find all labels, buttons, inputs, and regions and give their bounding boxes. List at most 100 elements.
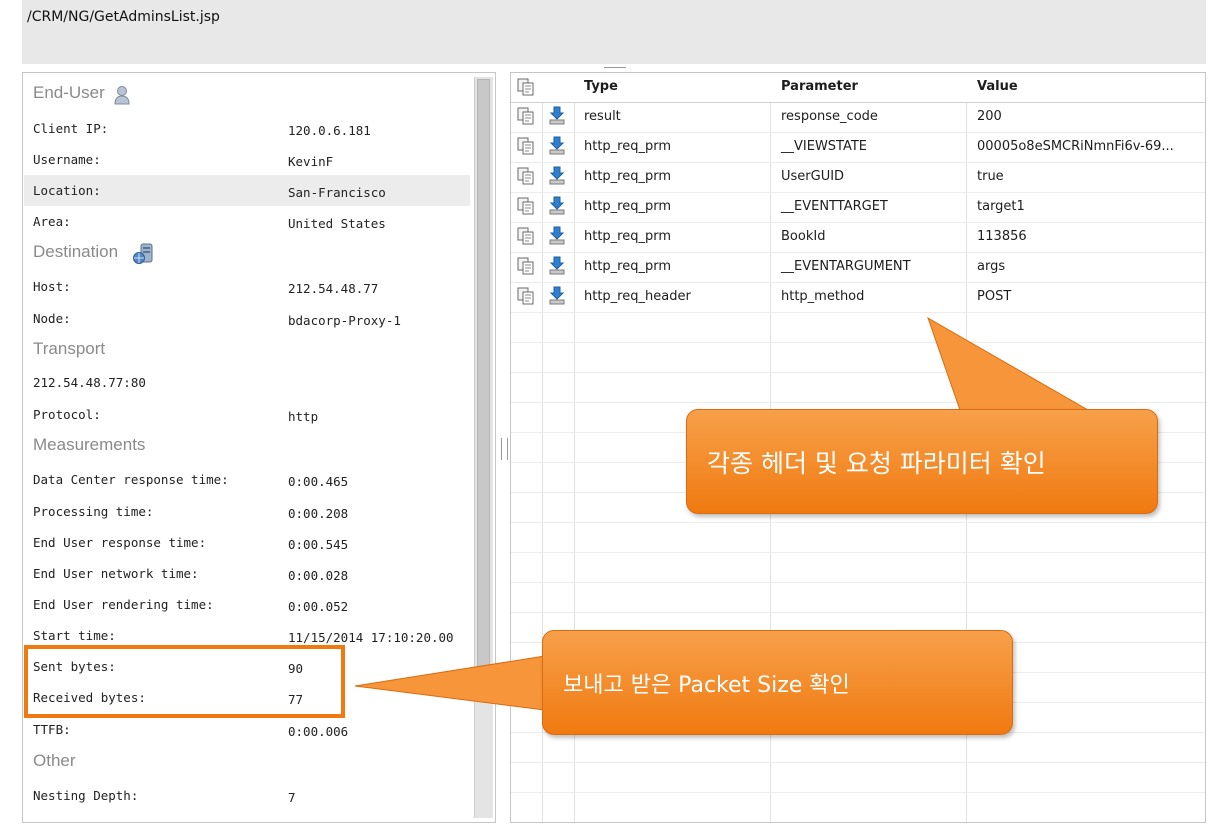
detail-key: Start time:: [33, 628, 116, 643]
header-value[interactable]: Value: [977, 79, 1018, 94]
details-scrollbar[interactable]: [474, 77, 493, 818]
callout-box: 각종 헤더 및 요청 파라미터 확인: [686, 409, 1158, 514]
copy-icon[interactable]: [517, 197, 535, 215]
download-icon[interactable]: [549, 286, 565, 305]
cell-value: target1: [977, 199, 1025, 214]
detail-key: Host:: [33, 279, 71, 294]
detail-key: Location:: [33, 183, 101, 198]
detail-row-eu-response-time: End User response time: 0:00.545: [24, 527, 470, 558]
detail-value: 7: [288, 790, 296, 805]
header-parameter[interactable]: Parameter: [781, 79, 858, 94]
cell-value: args: [977, 259, 1006, 274]
copy-icon[interactable]: [517, 257, 535, 275]
detail-key: 212.54.48.77:80: [33, 375, 146, 390]
table-row[interactable]: http_req_prm __EVENTARGUMENT args: [511, 252, 1205, 282]
cell-parameter: BookId: [781, 229, 826, 244]
cell-type: result: [584, 109, 621, 124]
detail-value: 0:00.208: [288, 506, 349, 521]
copy-icon[interactable]: [517, 287, 535, 305]
download-icon[interactable]: [549, 256, 565, 275]
scrollbar-thumb[interactable]: [477, 79, 490, 689]
grid-line: [511, 162, 1205, 163]
header-type[interactable]: Type: [584, 79, 618, 94]
grid-line: [511, 132, 1205, 133]
detail-key: End User network time:: [33, 566, 199, 581]
detail-value: 0:00.006: [288, 724, 349, 739]
detail-key: Client IP:: [33, 121, 109, 136]
detail-row-location[interactable]: Location: San-Francisco: [24, 175, 470, 206]
copy-icon[interactable]: [517, 167, 535, 185]
download-icon[interactable]: [549, 136, 565, 155]
copy-icon[interactable]: [517, 107, 535, 125]
detail-value: 0:00.028: [288, 568, 349, 583]
section-title: Transport: [33, 339, 106, 358]
detail-value: bdacorp-Proxy-1: [288, 313, 401, 328]
section-measurements: Measurements: [24, 431, 470, 462]
copy-icon[interactable]: [517, 137, 535, 155]
detail-row-dc-response-time: Data Center response time: 0:00.465: [24, 464, 470, 495]
detail-value: 11/15/2014 17:10:20.00: [288, 630, 454, 645]
grid-line: [511, 522, 1205, 523]
detail-row-node: Node: bdacorp-Proxy-1: [24, 303, 470, 334]
detail-key: Data Center response time:: [33, 472, 229, 487]
detail-value: http: [288, 409, 319, 424]
section-transport: Transport: [24, 335, 470, 366]
cell-value: POST: [977, 289, 1012, 304]
cell-value: 113856: [977, 229, 1027, 244]
table-row[interactable]: result response_code 200: [511, 102, 1205, 132]
detail-value: 212.54.48.77: [288, 281, 379, 296]
table-row[interactable]: http_req_prm __VIEWSTATE 00005o8eSMCRiNmnF…: [511, 132, 1205, 162]
download-icon[interactable]: [549, 106, 565, 125]
cell-parameter: response_code: [781, 109, 878, 124]
splitter-grip-icon[interactable]: [501, 438, 508, 460]
cell-type: http_req_prm: [584, 229, 672, 244]
grid-line: [511, 612, 1205, 613]
detail-key: TTFB:: [33, 722, 71, 737]
cell-parameter: http_method: [781, 289, 865, 304]
detail-row-client-ip: Client IP: 120.0.6.181: [24, 113, 470, 144]
detail-row-transport-address: 212.54.48.77:80: [24, 367, 470, 398]
highlight-box-packet-size: [24, 645, 345, 718]
download-icon[interactable]: [549, 166, 565, 185]
vertical-splitter[interactable]: [497, 70, 509, 822]
grid-header: Type Parameter Value: [511, 73, 1205, 103]
detail-value: 120.0.6.181: [288, 123, 371, 138]
detail-value: KevinF: [288, 154, 334, 169]
table-row[interactable]: http_req_header http_method POST: [511, 282, 1205, 312]
detail-key: Username:: [33, 152, 101, 167]
detail-row-eu-network-time: End User network time: 0:00.028: [24, 558, 470, 589]
detail-value: 0:00.465: [288, 474, 349, 489]
detail-row-eu-rendering-time: End User rendering time: 0:00.052: [24, 589, 470, 620]
table-row[interactable]: http_req_prm __EVENTTARGET target1: [511, 192, 1205, 222]
copy-all-icon[interactable]: [517, 78, 535, 96]
download-icon[interactable]: [549, 226, 565, 245]
grid-line: [511, 312, 1205, 313]
detail-key: Processing time:: [33, 504, 154, 519]
detail-row-nesting-depth: Nesting Depth: 7: [24, 780, 470, 811]
detail-row-ttfb: TTFB: 0:00.006: [24, 714, 470, 745]
grid-line: [511, 252, 1205, 253]
detail-value: 0:00.545: [288, 537, 349, 552]
cell-parameter: UserGUID: [781, 169, 845, 184]
download-icon[interactable]: [549, 196, 565, 215]
cell-parameter: __VIEWSTATE: [781, 139, 868, 154]
table-row[interactable]: http_req_prm BookId 113856: [511, 222, 1205, 252]
detail-value: San-Francisco: [288, 185, 386, 200]
grid-line: [511, 402, 1205, 403]
cell-value: 00005o8eSMCRiNmnFi6v-69...: [977, 139, 1174, 154]
section-title: Destination: [33, 242, 119, 261]
detail-row-protocol: Protocol: http: [24, 399, 470, 430]
cell-type: http_req_header: [584, 289, 691, 304]
section-other: Other: [24, 747, 470, 778]
detail-row-processing-time: Processing time: 0:00.208: [24, 496, 470, 527]
grid-line: [511, 342, 1205, 343]
detail-key: Node:: [33, 311, 71, 326]
detail-key: End User response time:: [33, 535, 207, 550]
detail-key: Protocol:: [33, 407, 101, 422]
table-row[interactable]: http_req_prm UserGUID true: [511, 162, 1205, 192]
url-path-bar: /CRM/NG/GetAdminsList.jsp: [22, 0, 1206, 64]
copy-icon[interactable]: [517, 227, 535, 245]
cell-type: http_req_prm: [584, 169, 672, 184]
section-title: Other: [33, 751, 76, 770]
cell-parameter: __EVENTTARGET: [781, 199, 888, 214]
